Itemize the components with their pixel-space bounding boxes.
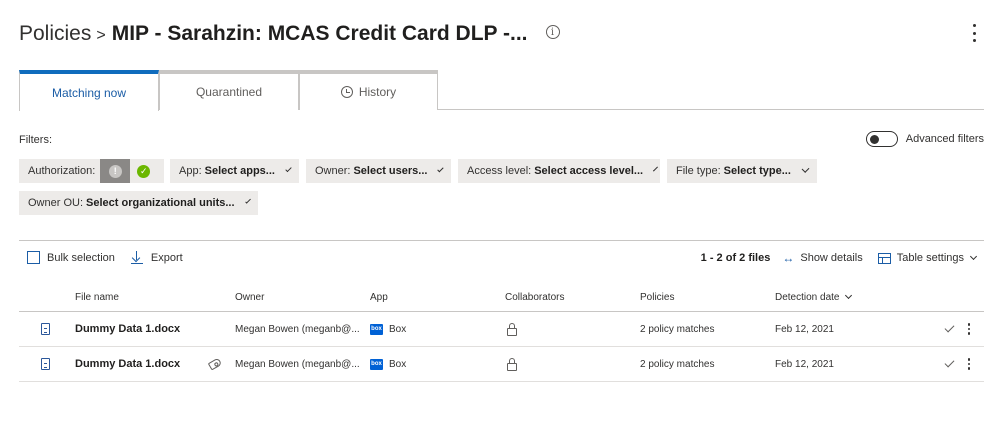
lock-icon [507,312,517,346]
table-settings-button[interactable]: Table settings [877,252,978,264]
breadcrumb-separator: > [96,27,106,44]
filter-value: Select access level... [534,165,644,177]
filter-key: Access level: [467,165,532,177]
info-icon[interactable]: i [545,25,560,39]
filter-value: Select apps... [204,165,275,177]
toolbar-right: 1 - 2 of 2 files ↔ Show details Table se… [700,251,978,265]
chevron-down-icon [244,198,251,204]
toolbar-left: Bulk selection Export [27,251,183,264]
chevron-down-icon [437,165,444,173]
column-header-detection-date[interactable]: Detection date [775,291,852,303]
filter-value: Select type... [723,165,791,177]
bulk-selection-label[interactable]: Bulk selection [47,252,115,264]
column-header-policies[interactable]: Policies [640,292,674,303]
app-filter[interactable]: App: Select apps... [170,159,299,183]
owner: Megan Bowen (meganb@... [235,358,360,370]
sort-chevron-down-icon [844,291,852,300]
tag-icon [207,347,223,381]
box-logo-icon: box [370,323,383,335]
column-header-collaborators[interactable]: Collaborators [505,292,564,303]
policy-matches[interactable]: 2 policy matches [640,312,714,346]
export-button[interactable]: Export [130,251,183,264]
tab-label: Quarantined [195,85,263,99]
advanced-filters-label: Advanced filters [905,133,984,145]
filter-key: File type: [676,165,721,177]
box-logo-icon: box [370,358,383,370]
clock-icon [340,86,353,98]
app: box Box [370,347,406,381]
policy-matches[interactable]: 2 policy matches [640,347,714,381]
chevron-down-icon [285,165,292,173]
tab-history[interactable]: History [299,70,438,110]
advanced-filters[interactable]: Advanced filters [865,131,984,147]
access-level-filter[interactable]: Access level: Select access level... [458,159,660,183]
warning-icon: ! [108,164,122,178]
file-type-filter[interactable]: File type: Select type... [667,159,817,183]
show-details-label: Show details [800,252,863,264]
column-header-file-name[interactable]: File name [75,292,119,303]
app-name: Box [389,323,407,335]
table-settings-icon [877,252,891,264]
filter-key: App: [179,165,202,177]
owner-filter[interactable]: Owner: Select users... [306,159,451,183]
chevron-down-icon [801,165,810,173]
tab-quarantined[interactable]: Quarantined [159,70,299,110]
chevron-down-icon [653,166,659,172]
authorization-unsanctioned-button[interactable]: ! [100,159,131,183]
advanced-filters-toggle[interactable] [865,131,898,147]
filter-key: Owner: [315,165,351,177]
tab-matching-now[interactable]: Matching now [19,70,159,111]
file-count: 1 - 2 of 2 files [700,252,771,264]
export-label: Export [150,251,183,264]
resolve-checkmark-icon[interactable] [944,312,955,346]
column-header-label: Detection date [775,292,840,303]
tab-label: Matching now [51,85,127,100]
breadcrumb-policies[interactable]: Policies [19,22,91,46]
more-vertical-icon[interactable] [966,347,972,381]
filter-value: Select users... [353,165,428,177]
filter-value: Select organizational units... [86,197,235,209]
lock-icon [507,347,517,381]
table-settings-label: Table settings [896,252,964,264]
detection-date: Feb 12, 2021 [775,358,834,370]
detection-date: Feb 12, 2021 [775,323,834,335]
divider [19,240,984,241]
expand-arrows-icon: ↔ [782,251,795,265]
file-name[interactable]: Dummy Data 1.docx [75,347,180,381]
authorization-filter: Authorization: ! ✓ [19,159,164,183]
authorization-label: Authorization: [28,165,96,177]
more-vertical-icon[interactable] [966,312,972,346]
app-name: Box [389,358,407,370]
tab-label: History [358,85,397,99]
page-title: MIP - Sarahzin: MCAS Credit Card DLP -..… [111,22,528,45]
column-header-owner[interactable]: Owner [235,292,264,303]
owner-ou-filter[interactable]: Owner OU: Select organizational units... [19,191,258,215]
table-row[interactable]: Dummy Data 1.docx Megan Bowen (meganb@..… [19,347,984,382]
download-icon [130,251,143,264]
tab-bar: Matching now Quarantined History [19,70,984,111]
app: box Box [370,312,406,346]
column-header-app[interactable]: App [370,292,388,303]
resolve-checkmark-icon[interactable] [944,347,955,381]
file-name[interactable]: Dummy Data 1.docx [75,312,180,346]
filter-key: Owner OU: [28,197,84,209]
chevron-down-icon [969,252,978,260]
word-document-icon [41,312,50,346]
show-details-button[interactable]: ↔ Show details [782,251,862,265]
more-vertical-icon[interactable] [970,24,978,42]
authorization-sanctioned-button[interactable]: ✓ [137,164,151,178]
word-document-icon [41,347,50,381]
bulk-selection-checkbox[interactable] [27,251,40,264]
filters-label: Filters: [19,134,52,146]
page-header: Policies > MIP - Sarahzin: MCAS Credit C… [19,18,560,50]
owner: Megan Bowen (meganb@... [235,323,360,335]
table-row[interactable]: Dummy Data 1.docx Megan Bowen (meganb@..… [19,312,984,347]
